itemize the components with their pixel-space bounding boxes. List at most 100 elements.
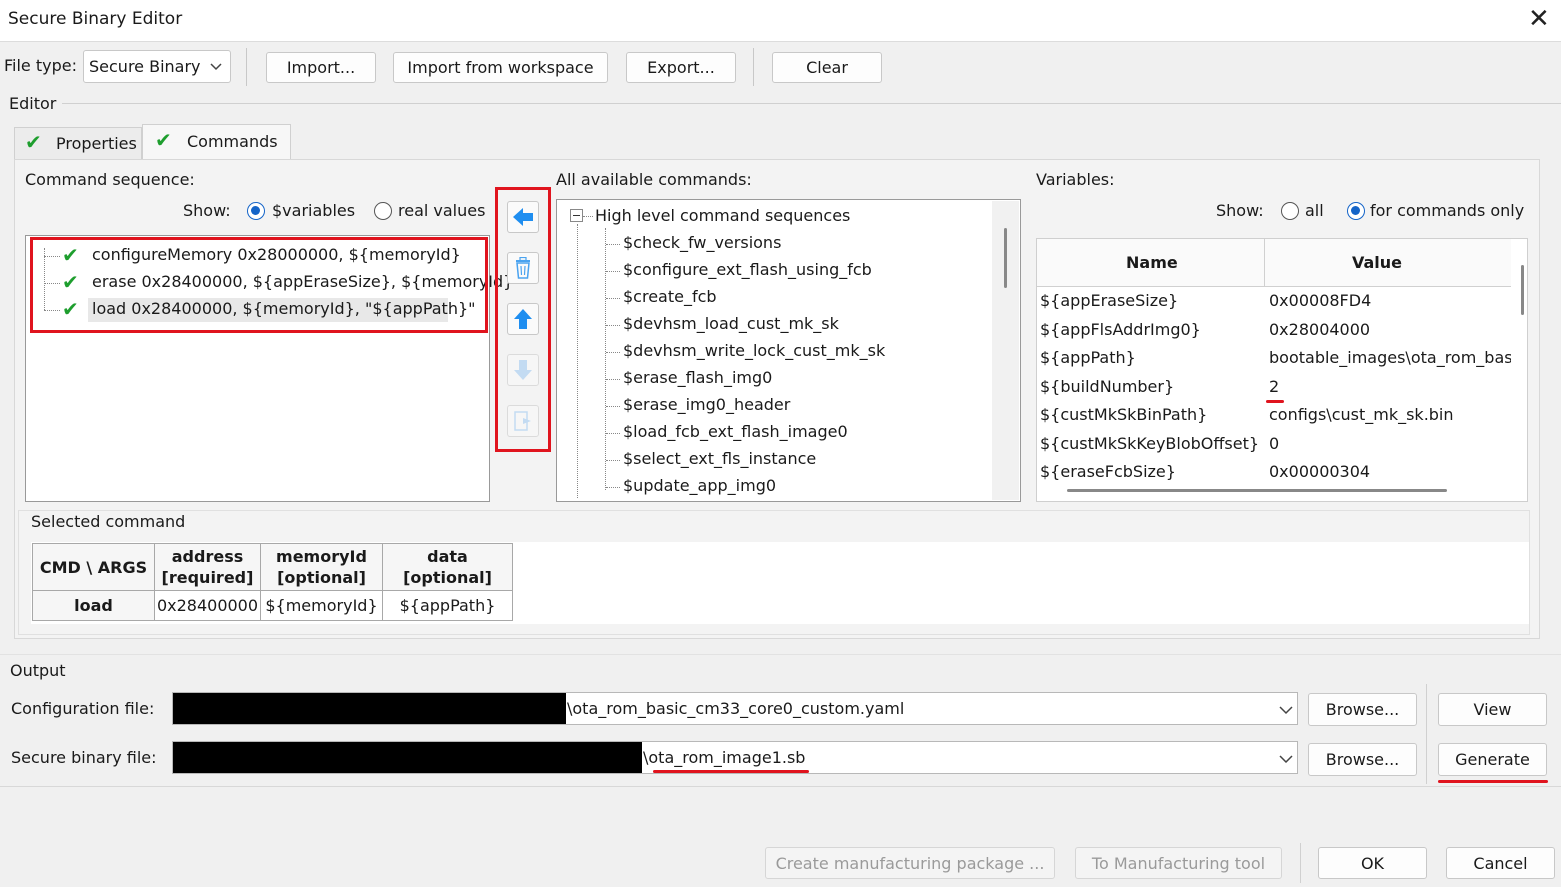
- output-separator: [1426, 684, 1427, 784]
- available-scrollbar-thumb[interactable]: [1004, 228, 1007, 288]
- editor-section-label: Editor: [9, 94, 57, 113]
- chevron-down-icon[interactable]: [1279, 705, 1293, 715]
- tree-line: [606, 244, 620, 245]
- address-header-req: [required]: [161, 568, 254, 587]
- tree-line: [606, 379, 620, 380]
- available-item[interactable]: $devhsm_load_cust_mk_sk: [623, 314, 839, 333]
- available-item[interactable]: $load_fcb_ext_flash_image0: [623, 422, 848, 441]
- create-package-button[interactable]: Create manufacturing package ...: [765, 847, 1055, 879]
- to-manufacturing-button[interactable]: To Manufacturing tool: [1075, 847, 1282, 879]
- config-file-value: \ota_rom_basic_cm33_core0_custom.yaml: [567, 699, 905, 718]
- editor-divider: [62, 103, 1561, 104]
- import-workspace-button[interactable]: Import from workspace: [393, 52, 608, 83]
- variable-value[interactable]: 2: [1269, 377, 1279, 396]
- variables-radio[interactable]: [247, 202, 265, 220]
- variable-name[interactable]: ${custMkSkKeyBlobOffset}: [1040, 434, 1259, 453]
- available-commands-label: All available commands:: [556, 170, 752, 189]
- tree-line: [605, 228, 606, 490]
- cmdseq-show-label: Show:: [183, 201, 231, 220]
- value-column-header[interactable]: Value: [1265, 239, 1511, 287]
- memoryid-header: memoryId [optional]: [260, 543, 383, 591]
- collapse-icon[interactable]: [570, 209, 583, 222]
- variable-value[interactable]: 0: [1269, 434, 1279, 453]
- variable-value[interactable]: 0x00008FD4: [1269, 291, 1371, 310]
- generate-button[interactable]: Generate: [1438, 743, 1547, 776]
- browse-binary-button[interactable]: Browse...: [1308, 743, 1417, 776]
- file-type-value: Secure Binary: [89, 57, 201, 76]
- available-item[interactable]: $update_app_img0: [623, 476, 776, 495]
- tab-commands-label: Commands: [187, 132, 278, 151]
- variable-value[interactable]: 0x00000304: [1269, 462, 1370, 480]
- available-item[interactable]: $select_ext_fls_instance: [623, 449, 816, 468]
- variables-scrollbar-thumb[interactable]: [1521, 265, 1524, 315]
- tree-line: [606, 460, 620, 461]
- check-icon: ✔: [25, 130, 42, 154]
- browse-config-button[interactable]: Browse...: [1308, 693, 1417, 726]
- chevron-down-icon[interactable]: [1279, 754, 1293, 764]
- memoryid-header-opt: [optional]: [277, 568, 366, 587]
- clear-button[interactable]: Clear: [772, 52, 882, 83]
- all-radio-label: all: [1305, 201, 1324, 220]
- variable-name[interactable]: ${appPath}: [1040, 348, 1136, 367]
- variable-name[interactable]: ${appEraseSize}: [1040, 291, 1178, 310]
- tree-line: [606, 352, 620, 353]
- tree-line: [583, 216, 593, 217]
- tree-line: [606, 487, 620, 488]
- variable-name[interactable]: ${appFlsAddrImg0}: [1040, 320, 1201, 339]
- real-values-radio-label: real values: [398, 201, 486, 220]
- available-root[interactable]: High level command sequences: [595, 206, 850, 225]
- tree-line: [606, 325, 620, 326]
- data-header-name: data: [427, 547, 468, 566]
- variable-value[interactable]: configs\cust_mk_sk.bin: [1269, 405, 1454, 424]
- view-button[interactable]: View: [1438, 693, 1547, 726]
- tab-commands[interactable]: ✔ Commands: [142, 124, 291, 160]
- export-button[interactable]: Export...: [626, 52, 736, 83]
- file-type-select[interactable]: Secure Binary: [83, 50, 231, 83]
- underline-mark: [653, 770, 809, 773]
- tree-line: [606, 271, 620, 272]
- available-item[interactable]: $check_fw_versions: [623, 233, 781, 252]
- underline-mark: [1438, 780, 1548, 783]
- real-values-radio[interactable]: [374, 202, 392, 220]
- variable-value[interactable]: 0x28004000: [1269, 320, 1370, 339]
- tree-line: [577, 224, 578, 498]
- address-cell[interactable]: 0x28400000: [154, 590, 261, 621]
- commands-only-radio[interactable]: [1347, 202, 1365, 220]
- variable-value[interactable]: bootable_images\ota_rom_bas: [1269, 348, 1511, 367]
- secure-binary-value: \ota_rom_image1.sb: [643, 748, 806, 767]
- available-item[interactable]: $erase_img0_header: [623, 395, 790, 414]
- memoryid-cell[interactable]: ${memoryId}: [260, 590, 383, 621]
- footer-separator: [1300, 843, 1301, 883]
- redacted-block: [173, 742, 642, 773]
- cancel-button[interactable]: Cancel: [1446, 847, 1555, 879]
- toolbar-separator: [753, 48, 754, 86]
- all-radio[interactable]: [1281, 202, 1299, 220]
- tree-line: [606, 298, 620, 299]
- ok-button[interactable]: OK: [1318, 847, 1427, 879]
- variable-name[interactable]: ${custMkSkBinPath}: [1040, 405, 1207, 424]
- config-file-combo[interactable]: \ota_rom_basic_cm33_core0_custom.yaml: [172, 692, 1298, 725]
- available-item[interactable]: $configure_ext_flash_using_fcb: [623, 260, 872, 279]
- name-column-header[interactable]: Name: [1037, 239, 1265, 287]
- file-type-label: File type:: [4, 56, 77, 75]
- data-header-opt: [optional]: [403, 568, 492, 587]
- selected-command-label: Selected command: [31, 512, 186, 531]
- variable-name[interactable]: ${buildNumber}: [1040, 377, 1174, 396]
- available-item[interactable]: $create_fcb: [623, 287, 717, 306]
- tab-properties[interactable]: ✔ Properties: [14, 127, 142, 159]
- cmd-name-cell: load: [32, 590, 155, 621]
- available-item[interactable]: $erase_flash_img0: [623, 368, 772, 387]
- variables-hscroll-thumb[interactable]: [1067, 489, 1447, 492]
- tree-line: [606, 406, 620, 407]
- underline-mark: [1266, 400, 1284, 403]
- close-icon[interactable]: ✕: [1528, 4, 1550, 34]
- import-button[interactable]: Import...: [266, 52, 376, 83]
- variable-name[interactable]: ${eraseFcbSize}: [1040, 462, 1176, 480]
- tree-line: [606, 433, 620, 434]
- data-cell[interactable]: ${appPath}: [382, 590, 513, 621]
- variables-label: Variables:: [1036, 170, 1115, 189]
- available-item[interactable]: $devhsm_write_lock_cust_mk_sk: [623, 341, 885, 360]
- commands-only-radio-label: for commands only: [1370, 201, 1525, 220]
- highlight-box: [495, 187, 551, 452]
- title-bar: [0, 0, 1561, 42]
